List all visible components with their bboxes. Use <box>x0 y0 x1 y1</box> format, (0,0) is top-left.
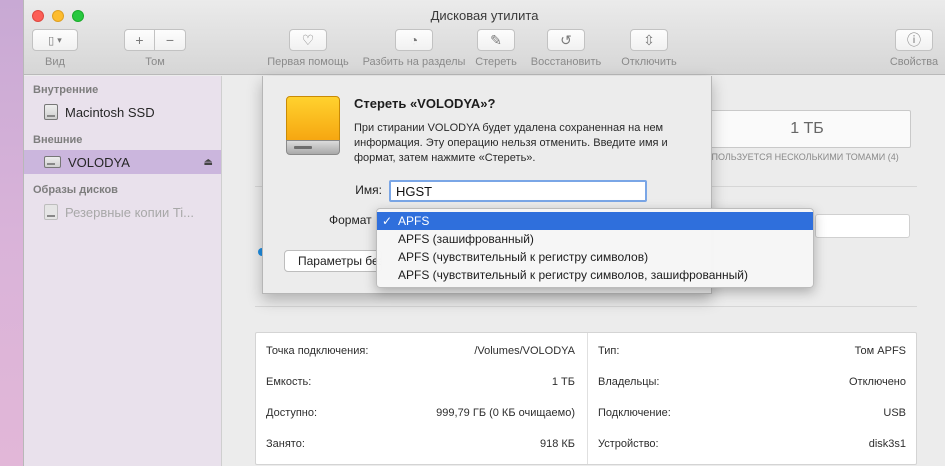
remove-volume-button[interactable]: − <box>155 29 186 51</box>
sidebar-view-icon: ▯ <box>48 34 55 47</box>
toolbar-partition[interactable]: ◔ Разбить на разделы <box>358 29 470 68</box>
plus-icon: + <box>135 32 144 48</box>
menu-item-label: APFS (зашифрованный) <box>398 232 534 246</box>
erase-icon: ✎ <box>490 31 502 48</box>
info-row: Доступно: 999,79 ГБ (0 КБ очищаемо) <box>256 397 587 428</box>
format-option-apfs-case-sensitive-encrypted[interactable]: APFS (чувствительный к регистру символов… <box>377 266 813 284</box>
info-row: Подключение: USB <box>588 397 918 428</box>
sidebar-section-internal: Внутренние <box>33 84 99 96</box>
info-column-right: Тип: Том APFS Владельцы: Отключено Подкл… <box>587 333 918 464</box>
info-row: Владельцы: Отключено <box>588 366 918 397</box>
format-option-apfs-encrypted[interactable]: APFS (зашифрованный) <box>377 230 813 248</box>
toolbar-unmount[interactable]: ⇳ Отключить <box>616 29 682 68</box>
toolbar-first-aid[interactable]: ♡ Первая помощь <box>262 29 354 68</box>
restore-icon: ↺ <box>560 31 572 48</box>
view-label: Вид <box>45 56 65 68</box>
sidebar-item-label: Macintosh SSD <box>65 104 155 120</box>
sidebar-item-label: Резервные копии Ti... <box>65 204 195 220</box>
info-row: Устройство: disk3s1 <box>588 428 918 459</box>
partition-button[interactable]: ◔ <box>395 29 433 51</box>
add-volume-button[interactable]: + <box>124 29 155 51</box>
eject-icon[interactable]: ⏏ <box>204 157 213 168</box>
name-label: Имя: <box>355 183 382 197</box>
info-value: 918 КБ <box>539 437 575 450</box>
info-column-left: Точка подключения: /Volumes/VOLODYA Емко… <box>256 333 587 464</box>
info-row: Тип: Том APFS <box>588 335 918 366</box>
menu-item-label: APFS <box>398 214 430 228</box>
volume-label: Том <box>145 56 165 68</box>
info-row: Точка подключения: /Volumes/VOLODYA <box>256 335 587 366</box>
erase-label: Стереть <box>475 56 517 68</box>
title-bar: Дисковая утилита ▯ ▾ Вид + − Том ♡ Перва… <box>24 0 945 75</box>
first-aid-button[interactable]: ♡ <box>289 29 327 51</box>
unmount-label: Отключить <box>621 56 677 68</box>
info-icon: ⓘ <box>907 32 921 48</box>
security-options-button[interactable]: Параметры безопасности... <box>284 250 382 272</box>
info-key: Точка подключения: <box>266 344 369 357</box>
divider <box>255 306 917 307</box>
stethoscope-icon: ♡ <box>301 31 315 48</box>
external-drive-icon <box>286 96 340 156</box>
format-option-apfs[interactable]: ✓ APFS <box>377 212 813 230</box>
toolbar-erase[interactable]: ✎ Стереть <box>474 29 518 68</box>
info-value: disk3s1 <box>868 437 906 450</box>
checkmark-icon: ✓ <box>382 214 393 228</box>
info-key: Занято: <box>266 437 305 450</box>
info-key: Подключение: <box>598 406 671 419</box>
sidebar-item-time-machine-backups[interactable]: Резервные копии Ti... <box>24 200 221 224</box>
restore-label: Восстановить <box>530 56 602 68</box>
erase-sheet-title: Стереть «VOLODYA»? <box>354 96 496 111</box>
disk-image-icon <box>44 204 58 220</box>
info-value: Том APFS <box>854 344 906 357</box>
window-title: Дисковая утилита <box>430 8 539 23</box>
format-option-apfs-case-sensitive[interactable]: APFS (чувствительный к регистру символов… <box>377 248 813 266</box>
info-key: Тип: <box>598 344 620 357</box>
sidebar-section-external: Внешние <box>33 134 83 146</box>
toolbar-info[interactable]: ⓘ Свойства <box>886 29 942 68</box>
format-dropdown-menu: ✓ APFS APFS (зашифрованный) APFS (чувств… <box>376 208 814 288</box>
usage-bar <box>815 214 910 238</box>
partition-label: Разбить на разделы <box>362 56 466 68</box>
info-key: Доступно: <box>266 406 318 419</box>
info-key: Владельцы: <box>598 375 660 388</box>
info-value: 999,79 ГБ (0 КБ очищаемо) <box>436 406 575 419</box>
toolbar-restore[interactable]: ↺ Восстановить <box>524 29 608 68</box>
capacity-box: 1 ТБ <box>703 110 911 148</box>
menu-item-label: APFS (чувствительный к регистру символов… <box>398 250 649 264</box>
chevron-down-icon: ▾ <box>57 34 62 45</box>
name-input[interactable] <box>389 180 647 202</box>
info-value: 1 ТБ <box>551 375 575 388</box>
minus-icon: − <box>165 32 175 48</box>
first-aid-label: Первая помощь <box>267 56 349 68</box>
erase-button[interactable]: ✎ <box>477 29 515 51</box>
sidebar-item-label: VOLODYA <box>68 154 130 170</box>
unmount-button[interactable]: ⇳ <box>630 29 668 51</box>
external-disk-icon <box>44 156 61 168</box>
sidebar: Внутренние Macintosh SSD Внешние VOLODYA… <box>24 76 222 466</box>
info-row: Емкость: 1 ТБ <box>256 366 587 397</box>
internal-disk-icon <box>44 104 58 120</box>
info-value: Отключено <box>849 375 906 388</box>
info-key: Устройство: <box>598 437 659 450</box>
volume-info-table: Точка подключения: /Volumes/VOLODYA Емко… <box>255 332 917 465</box>
format-label: Формат <box>329 213 372 227</box>
toolbar-view[interactable]: ▯ ▾ Вид <box>32 29 78 68</box>
info-key: Емкость: <box>266 375 312 388</box>
info-button[interactable]: ⓘ <box>895 29 933 51</box>
info-label: Свойства <box>889 56 939 68</box>
restore-button[interactable]: ↺ <box>547 29 585 51</box>
capacity-subtitle: СПОЛЬЗУЕТСЯ НЕСКОЛЬКИМИ ТОМАМИ (4) <box>705 152 899 162</box>
info-row: Занято: 918 КБ <box>256 428 587 459</box>
pie-chart-icon: ◔ <box>409 32 419 48</box>
sidebar-section-disk-images: Образы дисков <box>33 184 118 196</box>
toolbar-volume: + − Том <box>124 29 186 68</box>
sidebar-item-volodya[interactable]: VOLODYA ⏏ <box>24 150 221 174</box>
erase-sheet-message: При стирании VOLODYA будет удалена сохра… <box>354 122 668 164</box>
info-value: /Volumes/VOLODYA <box>474 344 575 357</box>
view-button[interactable]: ▯ ▾ <box>32 29 78 51</box>
info-value: USB <box>883 406 906 419</box>
unmount-icon: ⇳ <box>643 31 655 48</box>
sidebar-item-macintosh-ssd[interactable]: Macintosh SSD <box>24 100 221 124</box>
menu-item-label: APFS (чувствительный к регистру символов… <box>398 268 748 282</box>
